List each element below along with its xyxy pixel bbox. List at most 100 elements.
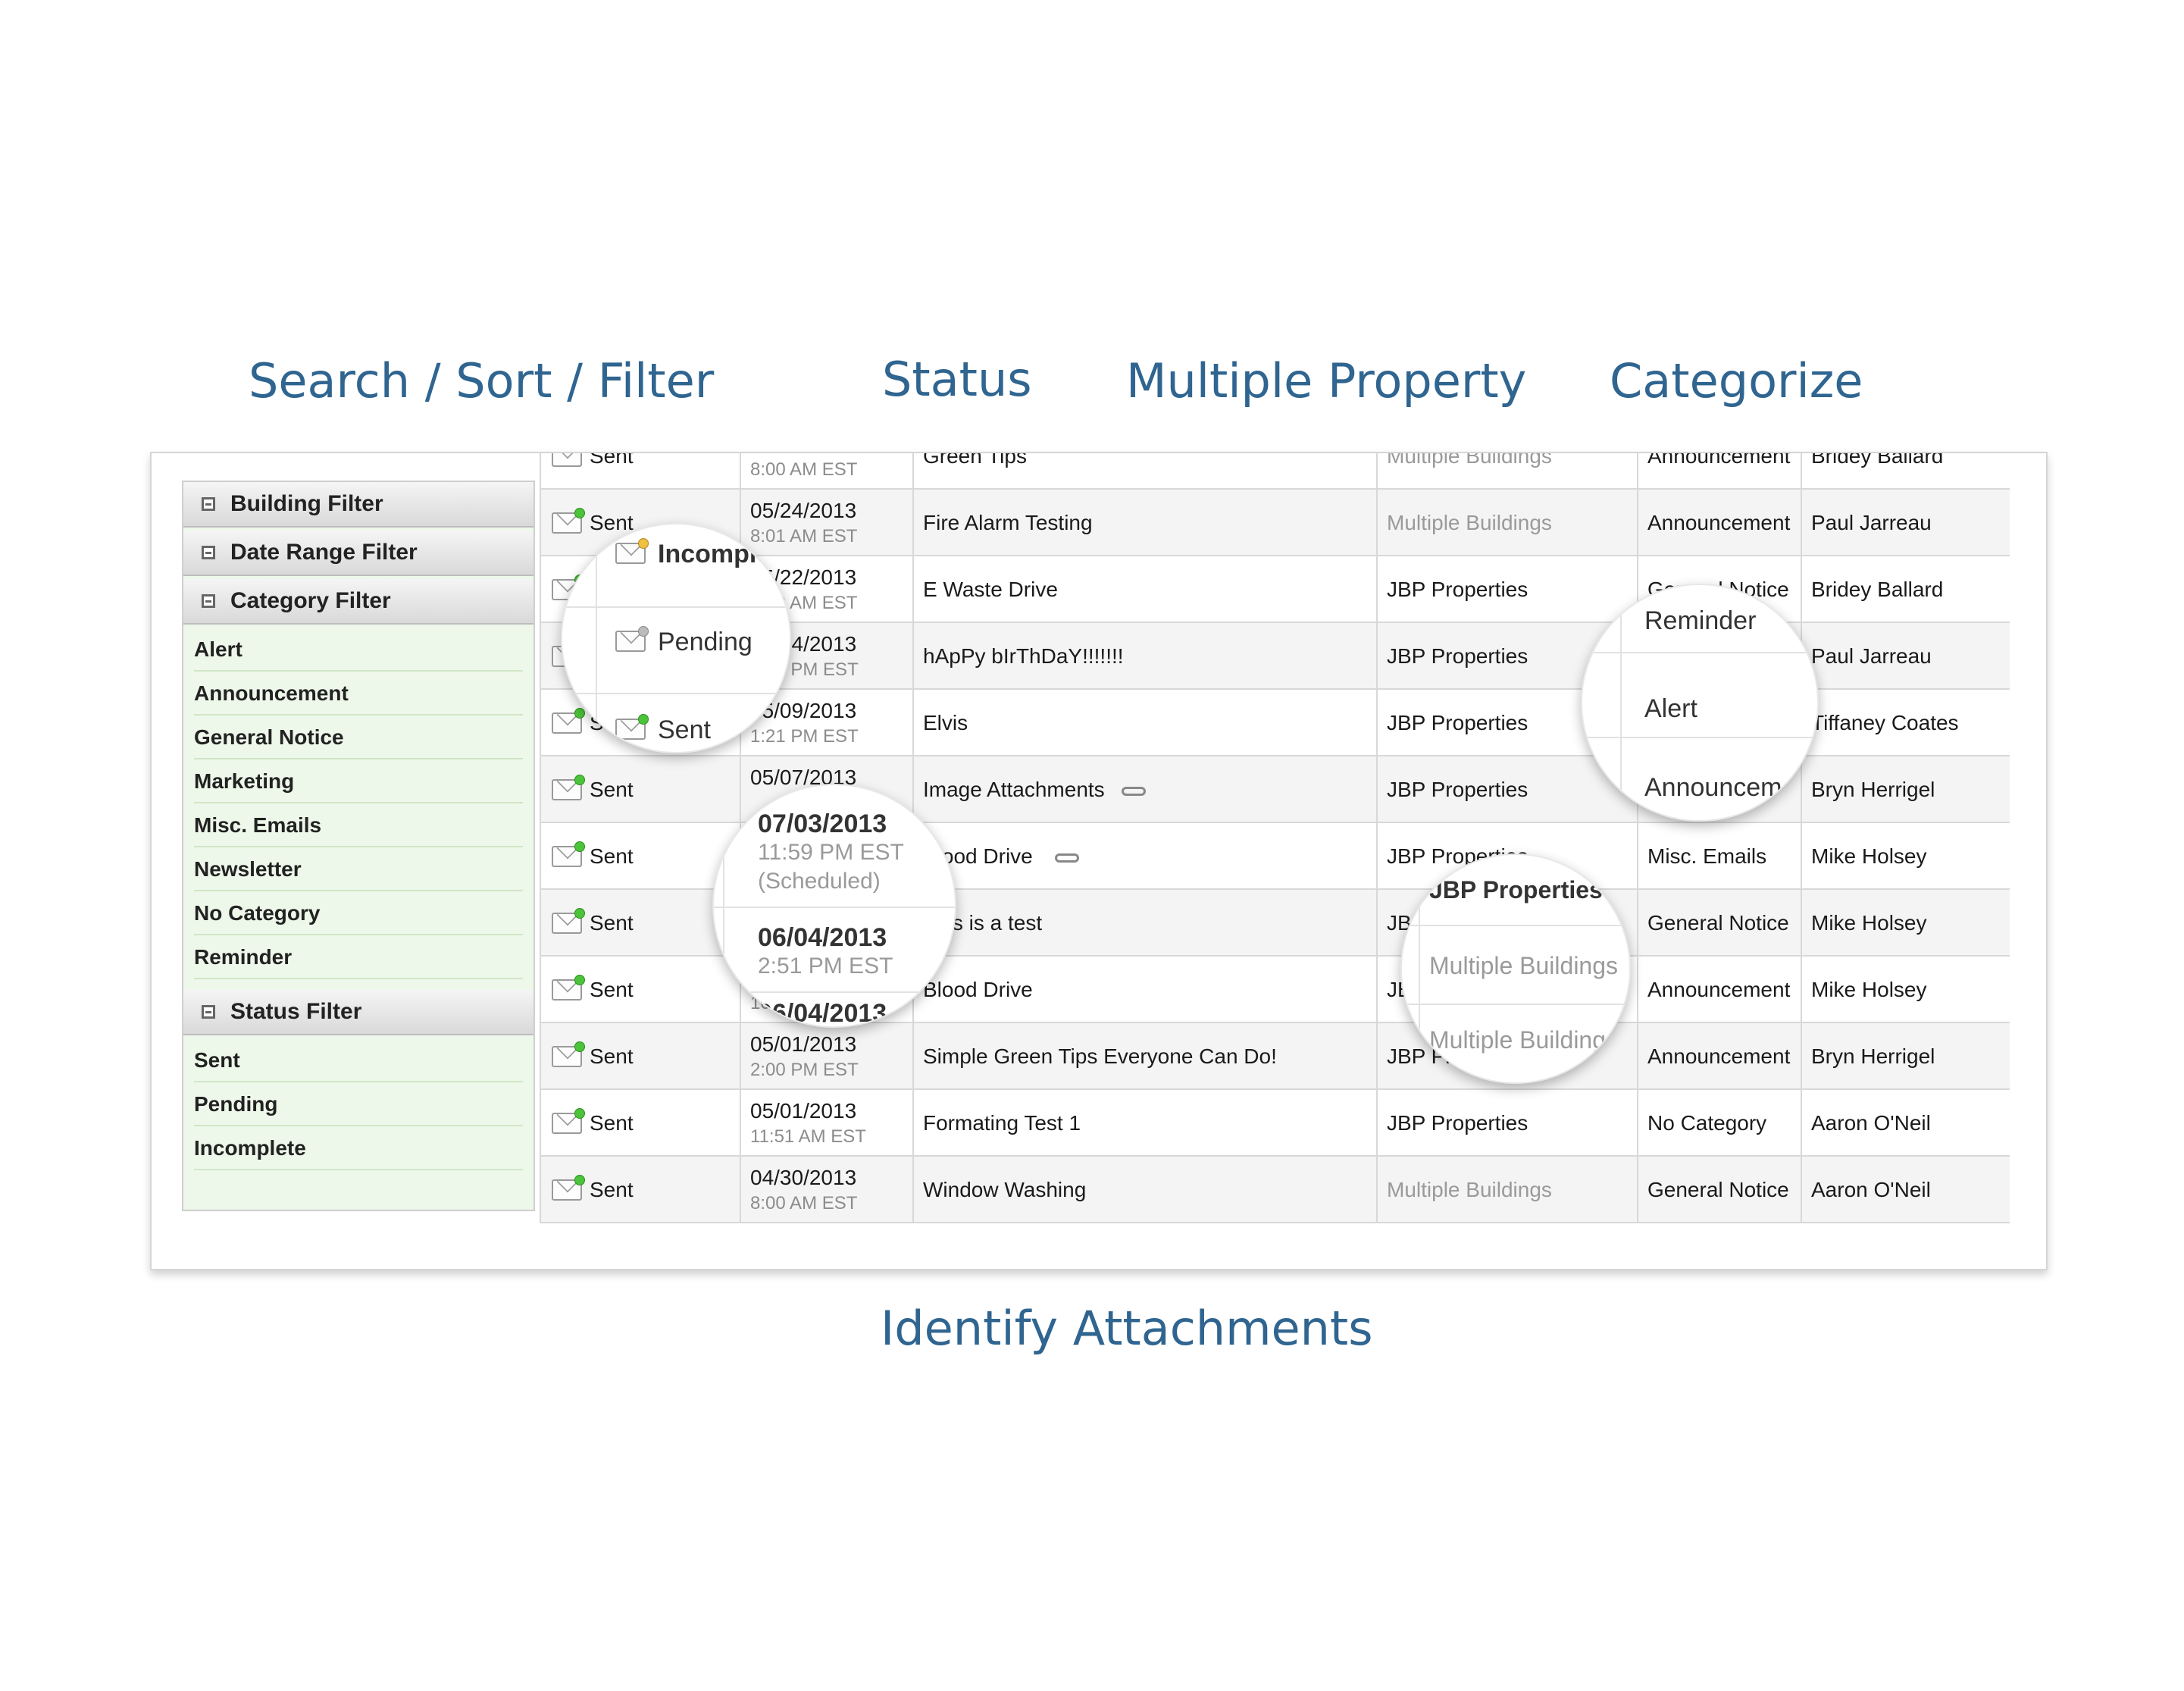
- building-cell: JBP Properties: [1387, 778, 1528, 801]
- sender-cell: Mike Holsey: [1811, 911, 1927, 935]
- building-filter-header[interactable]: Building Filter: [183, 482, 533, 528]
- status-cell: Sent: [590, 911, 634, 935]
- collapse-icon: [202, 497, 215, 511]
- category-filter-item[interactable]: Reminder: [194, 937, 523, 979]
- category-filter-item[interactable]: No Category: [194, 893, 523, 935]
- building-cell: JBP Properties: [1387, 644, 1528, 668]
- caption-categorize: Categorize: [1610, 353, 1863, 409]
- sender-cell: Aaron O'Neil: [1811, 1178, 1931, 1201]
- subject-cell[interactable]: Simple Green Tips Everyone Can Do!: [923, 1044, 1277, 1069]
- category-cell: General Notice: [1647, 1178, 1789, 1201]
- status-magnifier: Incomplete Pending Sent: [561, 523, 791, 753]
- time-cell: 1:21 PM EST: [750, 726, 859, 747]
- status-cell: Sent: [590, 452, 634, 468]
- paperclip-icon[interactable]: [1122, 786, 1146, 796]
- envelope-icon: [615, 538, 649, 564]
- attachment-icon-wrap: [1103, 778, 1146, 802]
- status-pending: Pending: [658, 628, 753, 656]
- caption-search-sort-filter: Search / Sort / Filter: [249, 353, 715, 409]
- date-magnifier: 07/03/2013 11:59 PM EST (Scheduled) 06/0…: [712, 784, 956, 1028]
- envelope-icon: [552, 841, 585, 867]
- status-cell: Sent: [590, 978, 634, 1001]
- subject-cell[interactable]: Image Attachments: [923, 778, 1105, 802]
- table-row[interactable]: Sent 05/01/2013 2:00 PM EST Simple Green Ti…: [540, 1023, 2010, 1090]
- date-cell: 05/24/2013: [750, 499, 857, 522]
- paperclip-icon[interactable]: [1055, 853, 1079, 863]
- date-range-filter-header[interactable]: Date Range Filter: [183, 531, 533, 576]
- category-filter-item[interactable]: Newsletter: [194, 849, 523, 891]
- building-cell: JBP Properties: [1387, 1111, 1528, 1135]
- subject-cell[interactable]: Green Tips: [923, 453, 1027, 468]
- status-filter-header[interactable]: Status Filter: [183, 990, 533, 1035]
- building-cell: JBP Properties: [1387, 711, 1528, 734]
- category-filter-header[interactable]: Category Filter: [183, 579, 533, 625]
- attachment-icon-wrap: [1037, 844, 1079, 869]
- subject-cell[interactable]: hApPy bIrThDaY!!!!!!!: [923, 644, 1124, 669]
- status-filter-item[interactable]: Incomplete: [194, 1128, 523, 1170]
- time-cell: 11:51 AM EST: [750, 1126, 866, 1147]
- next-date: 06/04/2013: [758, 999, 887, 1028]
- envelope-icon: [552, 453, 582, 467]
- sender-cell: Mike Holsey: [1811, 978, 1927, 1001]
- subject-cell[interactable]: Blood Drive: [923, 978, 1033, 1002]
- building-cell: JBP Properties: [1387, 578, 1528, 601]
- table-row[interactable]: Sent 04/30/2013 8:00 AM EST Window Washing M…: [540, 1157, 2010, 1223]
- category-filter-item[interactable]: General Notice: [194, 717, 523, 759]
- subject-cell[interactable]: Fire Alarm Testing: [923, 511, 1093, 535]
- category-announcement: Announcement: [1644, 773, 1818, 802]
- status-cell: Sent: [590, 1111, 634, 1135]
- status-cell: Sent: [590, 778, 634, 801]
- sent-time: 2:51 PM EST: [758, 954, 893, 979]
- status-sent: Sent: [658, 716, 711, 744]
- status-filter-item[interactable]: Pending: [194, 1084, 523, 1126]
- status-cell: Sent: [590, 1178, 634, 1201]
- subject-cell[interactable]: Formating Test 1: [923, 1111, 1081, 1135]
- caption-status: Status: [882, 352, 1032, 407]
- category-filter-item[interactable]: Misc. Emails: [194, 805, 523, 847]
- subject-cell[interactable]: Elvis: [923, 711, 968, 735]
- time-cell: 8:00 AM EST: [750, 459, 858, 480]
- category-cell: Announcement: [1647, 978, 1791, 1001]
- category-cell: Announcement: [1647, 452, 1791, 468]
- category-filter-item[interactable]: Announcement: [194, 673, 523, 716]
- caption-multiple-property: Multiple Property: [1126, 353, 1527, 409]
- scheduled-note: (Scheduled): [758, 869, 881, 894]
- building-cell: Multiple Buildings: [1387, 452, 1552, 468]
- date-cell: 04/30/2013: [750, 1166, 857, 1189]
- envelope-icon: [552, 508, 585, 534]
- envelope-icon: [552, 975, 585, 1001]
- envelope-icon: [552, 1175, 585, 1201]
- envelope-icon: [552, 775, 585, 800]
- time-cell: 2:00 PM EST: [750, 1060, 859, 1080]
- scheduled-date: 07/03/2013: [758, 809, 887, 838]
- category-cell: Misc. Emails: [1647, 844, 1767, 868]
- category-cell: General Notice: [1647, 911, 1789, 935]
- collapse-icon: [202, 1005, 215, 1019]
- table-row[interactable]: Sent 8:00 AM EST Green Tips Multiple Buildi…: [540, 452, 2010, 490]
- date-cell: 05/01/2013: [750, 1099, 857, 1123]
- building-magnifier: JBP Properties Multiple Buildings Multip…: [1400, 853, 1631, 1084]
- envelope-icon: [552, 1041, 585, 1067]
- envelope-icon: [552, 1108, 585, 1134]
- subject-cell[interactable]: Window Washing: [923, 1178, 1086, 1202]
- status-cell: Sent: [590, 1044, 634, 1068]
- status-cell: Sent: [590, 844, 634, 868]
- category-cell: Announcement: [1647, 1044, 1791, 1068]
- building-jbp: JBP Properties: [1429, 876, 1603, 903]
- subject-cell[interactable]: E Waste Drive: [923, 578, 1058, 602]
- collapse-icon: [202, 594, 215, 608]
- time-cell: 8:00 AM EST: [750, 1193, 858, 1213]
- sent-date: 06/04/2013: [758, 923, 887, 952]
- building-cell: Multiple Buildings: [1387, 511, 1552, 534]
- category-reminder: Reminder: [1644, 606, 1757, 635]
- sender-cell: Mike Holsey: [1811, 844, 1927, 868]
- status-filter-item[interactable]: Sent: [194, 1040, 523, 1082]
- envelope-icon: [615, 714, 649, 740]
- category-filter-item[interactable]: Marketing: [194, 761, 523, 803]
- table-row[interactable]: Sent 05/01/2013 11:51 AM EST Formating Test…: [540, 1090, 2010, 1157]
- collapse-icon: [202, 546, 215, 559]
- category-filter-item[interactable]: Alert: [194, 629, 523, 672]
- messages-panel: Building Filter Date Range Filter Catego…: [150, 452, 2048, 1270]
- sender-cell: Bridey Ballard: [1811, 452, 1944, 468]
- sender-cell: Bryn Herrigel: [1811, 778, 1935, 801]
